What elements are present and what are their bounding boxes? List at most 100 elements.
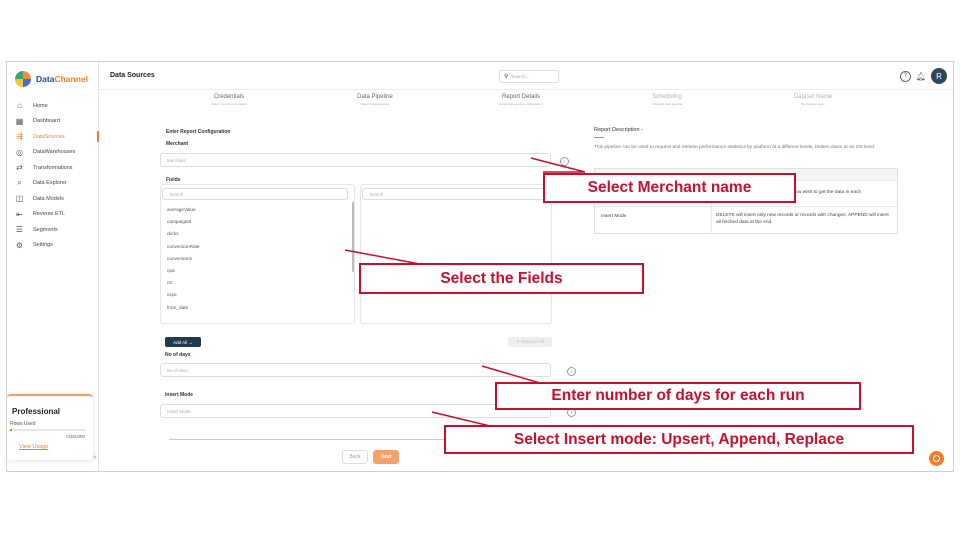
top-header: Data Sources ⚲ Search... ? 🔔︎ R	[99, 62, 953, 90]
field-option[interactable]: ecpc	[167, 292, 200, 304]
insert-mode-select[interactable]: Insert Mode	[160, 404, 551, 418]
field-option[interactable]: averageValue	[167, 207, 200, 219]
sidebar-item-label: Segments	[33, 226, 58, 233]
sidebar-item-label: Transformations	[33, 164, 73, 171]
step-dataset-name: Dataset Name Set dataset name	[743, 94, 883, 106]
usage-bar-fill	[10, 429, 12, 431]
description-text: This pipeline can be used to request and…	[594, 145, 876, 150]
sidebar-item-settings[interactable]: ⚙ Settings	[7, 238, 99, 254]
step-report-details: Report Details Enter data pipeline config…	[451, 94, 591, 106]
insert-mode-description: DELETE will insert only new records or r…	[716, 213, 889, 225]
section-title: Enter Report Configuration	[166, 129, 231, 135]
next-button[interactable]: Next	[373, 450, 399, 464]
chat-widget[interactable]	[929, 451, 944, 466]
wizard-steps: Credentials Select your account details Da…	[99, 94, 953, 114]
rows-used-label: Rows Used	[10, 421, 36, 427]
callout-merchant: Select Merchant name	[543, 173, 796, 203]
reverse-etl-icon: ⇤	[16, 209, 23, 219]
merchant-select[interactable]: Merchant	[160, 153, 551, 167]
collapse-sidebar-icon[interactable]: «	[93, 454, 97, 461]
merchant-label: Merchant	[166, 141, 189, 147]
home-icon: ⌂	[17, 101, 22, 111]
field-option[interactable]: ctr	[167, 280, 200, 292]
chat-icon	[933, 455, 940, 462]
callout-days: Enter number of days for each run	[495, 382, 861, 410]
field-option[interactable]: clicks	[167, 231, 200, 243]
step-subtitle: Select your account details	[211, 102, 247, 106]
field-option[interactable]: conversions	[167, 256, 200, 268]
bell-icon[interactable]: 🔔︎	[916, 72, 926, 81]
form-divider	[169, 439, 489, 440]
insert-mode-label: Insert Mode	[165, 392, 194, 398]
field-option[interactable]: cpa	[167, 268, 200, 280]
logo-icon	[15, 71, 31, 87]
transform-icon: ⇄	[16, 163, 23, 173]
sidebar-item-data-models[interactable]: ◫ Data Models	[7, 191, 99, 207]
step-subtitle: Enter data pipeline configuration	[499, 102, 543, 106]
sidebar-item-datawarehouses[interactable]: ◎ DataWarehouses	[7, 145, 99, 161]
warehouse-icon: ◎	[16, 147, 23, 157]
sidebar-item-label: Data Models	[33, 195, 64, 202]
sidebar-item-data-explorer[interactable]: ⌕ Data Explorer	[7, 176, 99, 192]
sidebar-item-home[interactable]: ⌂ Home	[7, 98, 99, 114]
sidebar-item-label: Data Explorer	[33, 180, 67, 187]
callout-insert-mode: Select Insert mode: Upsert, Append, Repl…	[444, 425, 914, 454]
fields-scrollbar[interactable]	[352, 202, 354, 272]
step-title: Scheduling	[652, 94, 682, 100]
sidebar-item-segments[interactable]: ☰ Segments	[7, 222, 99, 238]
explorer-icon: ⌕	[17, 178, 22, 188]
sidebar: DataChannel ⌂ Home ▦ Dashboard ⇶ DataSources ◎…	[7, 62, 99, 471]
search-placeholder: Search...	[511, 74, 530, 79]
sidebar-item-datasources[interactable]: ⇶ DataSources	[7, 129, 99, 145]
sidebar-item-label: DataWarehouses	[33, 149, 76, 156]
merchant-info-icon[interactable]: i	[560, 157, 569, 166]
sidebar-item-label: DataSources	[33, 133, 65, 140]
logo-prefix: Data	[36, 74, 55, 84]
fields-list: averageValue campaignId clicks conversionRa…	[167, 207, 200, 317]
help-icon[interactable]: ?	[899, 70, 911, 82]
view-usage-link[interactable]: View Usage	[19, 444, 48, 450]
search-icon: ⚲	[504, 74, 509, 80]
settings-icon: ⚙	[15, 240, 24, 250]
step-title: Dataset Name	[793, 94, 833, 100]
logo-suffix: Channel	[54, 74, 88, 84]
step-subtitle: Set dataset name	[801, 102, 825, 106]
field-option[interactable]: campaignId	[167, 219, 200, 231]
sidebar-item-transformations[interactable]: ⇄ Transformations	[7, 160, 99, 176]
sidebar-item-reverse-etl[interactable]: ⇤ Reverse ETL	[7, 207, 99, 223]
field-option[interactable]: from_date	[167, 305, 200, 317]
step-subtitle: Schedule data pipeline	[651, 102, 683, 106]
logo[interactable]: DataChannel	[15, 71, 88, 87]
rows-used-count: 0/36/20M	[66, 434, 85, 439]
search-input[interactable]: ⚲ Search...	[499, 70, 559, 83]
header-icons: ? 🔔︎ R	[899, 68, 947, 84]
plan-title: Professional	[12, 407, 61, 416]
days-input[interactable]: No of days	[160, 363, 551, 377]
days-info-icon[interactable]: i	[567, 367, 576, 376]
description-title: Report Description -	[594, 127, 643, 133]
plan-card: Professional Rows Used 0/36/20M View Usa…	[7, 394, 93, 460]
sidebar-item-label: Settings	[33, 242, 53, 249]
sidebar-nav: ⌂ Home ▦ Dashboard ⇶ DataSources ◎ DataWarehous…	[7, 98, 99, 253]
sidebar-item-label: Home	[33, 102, 48, 109]
usage-bar	[10, 429, 85, 431]
add-all-button[interactable]: Add All →	[165, 337, 201, 347]
step-credentials: Credentials Select your account details	[159, 94, 299, 106]
models-icon: ◫	[15, 194, 24, 204]
description-underline	[594, 137, 604, 138]
callout-fields: Select the Fields	[359, 263, 644, 294]
days-label: No of days	[165, 352, 191, 358]
sidebar-item-label: Reverse ETL	[33, 211, 66, 218]
step-subtitle: Select a data pipeline	[360, 102, 390, 106]
step-title: Report Details	[501, 94, 540, 100]
avatar[interactable]: R	[931, 68, 947, 84]
datasources-icon: ⇶	[16, 132, 23, 142]
selected-fields-box	[360, 184, 552, 324]
back-button[interactable]: Back	[342, 450, 368, 464]
remove-all-button[interactable]: ✕ Remove All	[508, 337, 552, 347]
step-title: Credentials	[213, 94, 245, 100]
sidebar-item-label: Dashboard	[33, 118, 60, 125]
field-option[interactable]: conversionRate	[167, 244, 200, 256]
sidebar-item-dashboard[interactable]: ▦ Dashboard	[7, 114, 99, 130]
fields-label: Fields	[166, 177, 181, 183]
